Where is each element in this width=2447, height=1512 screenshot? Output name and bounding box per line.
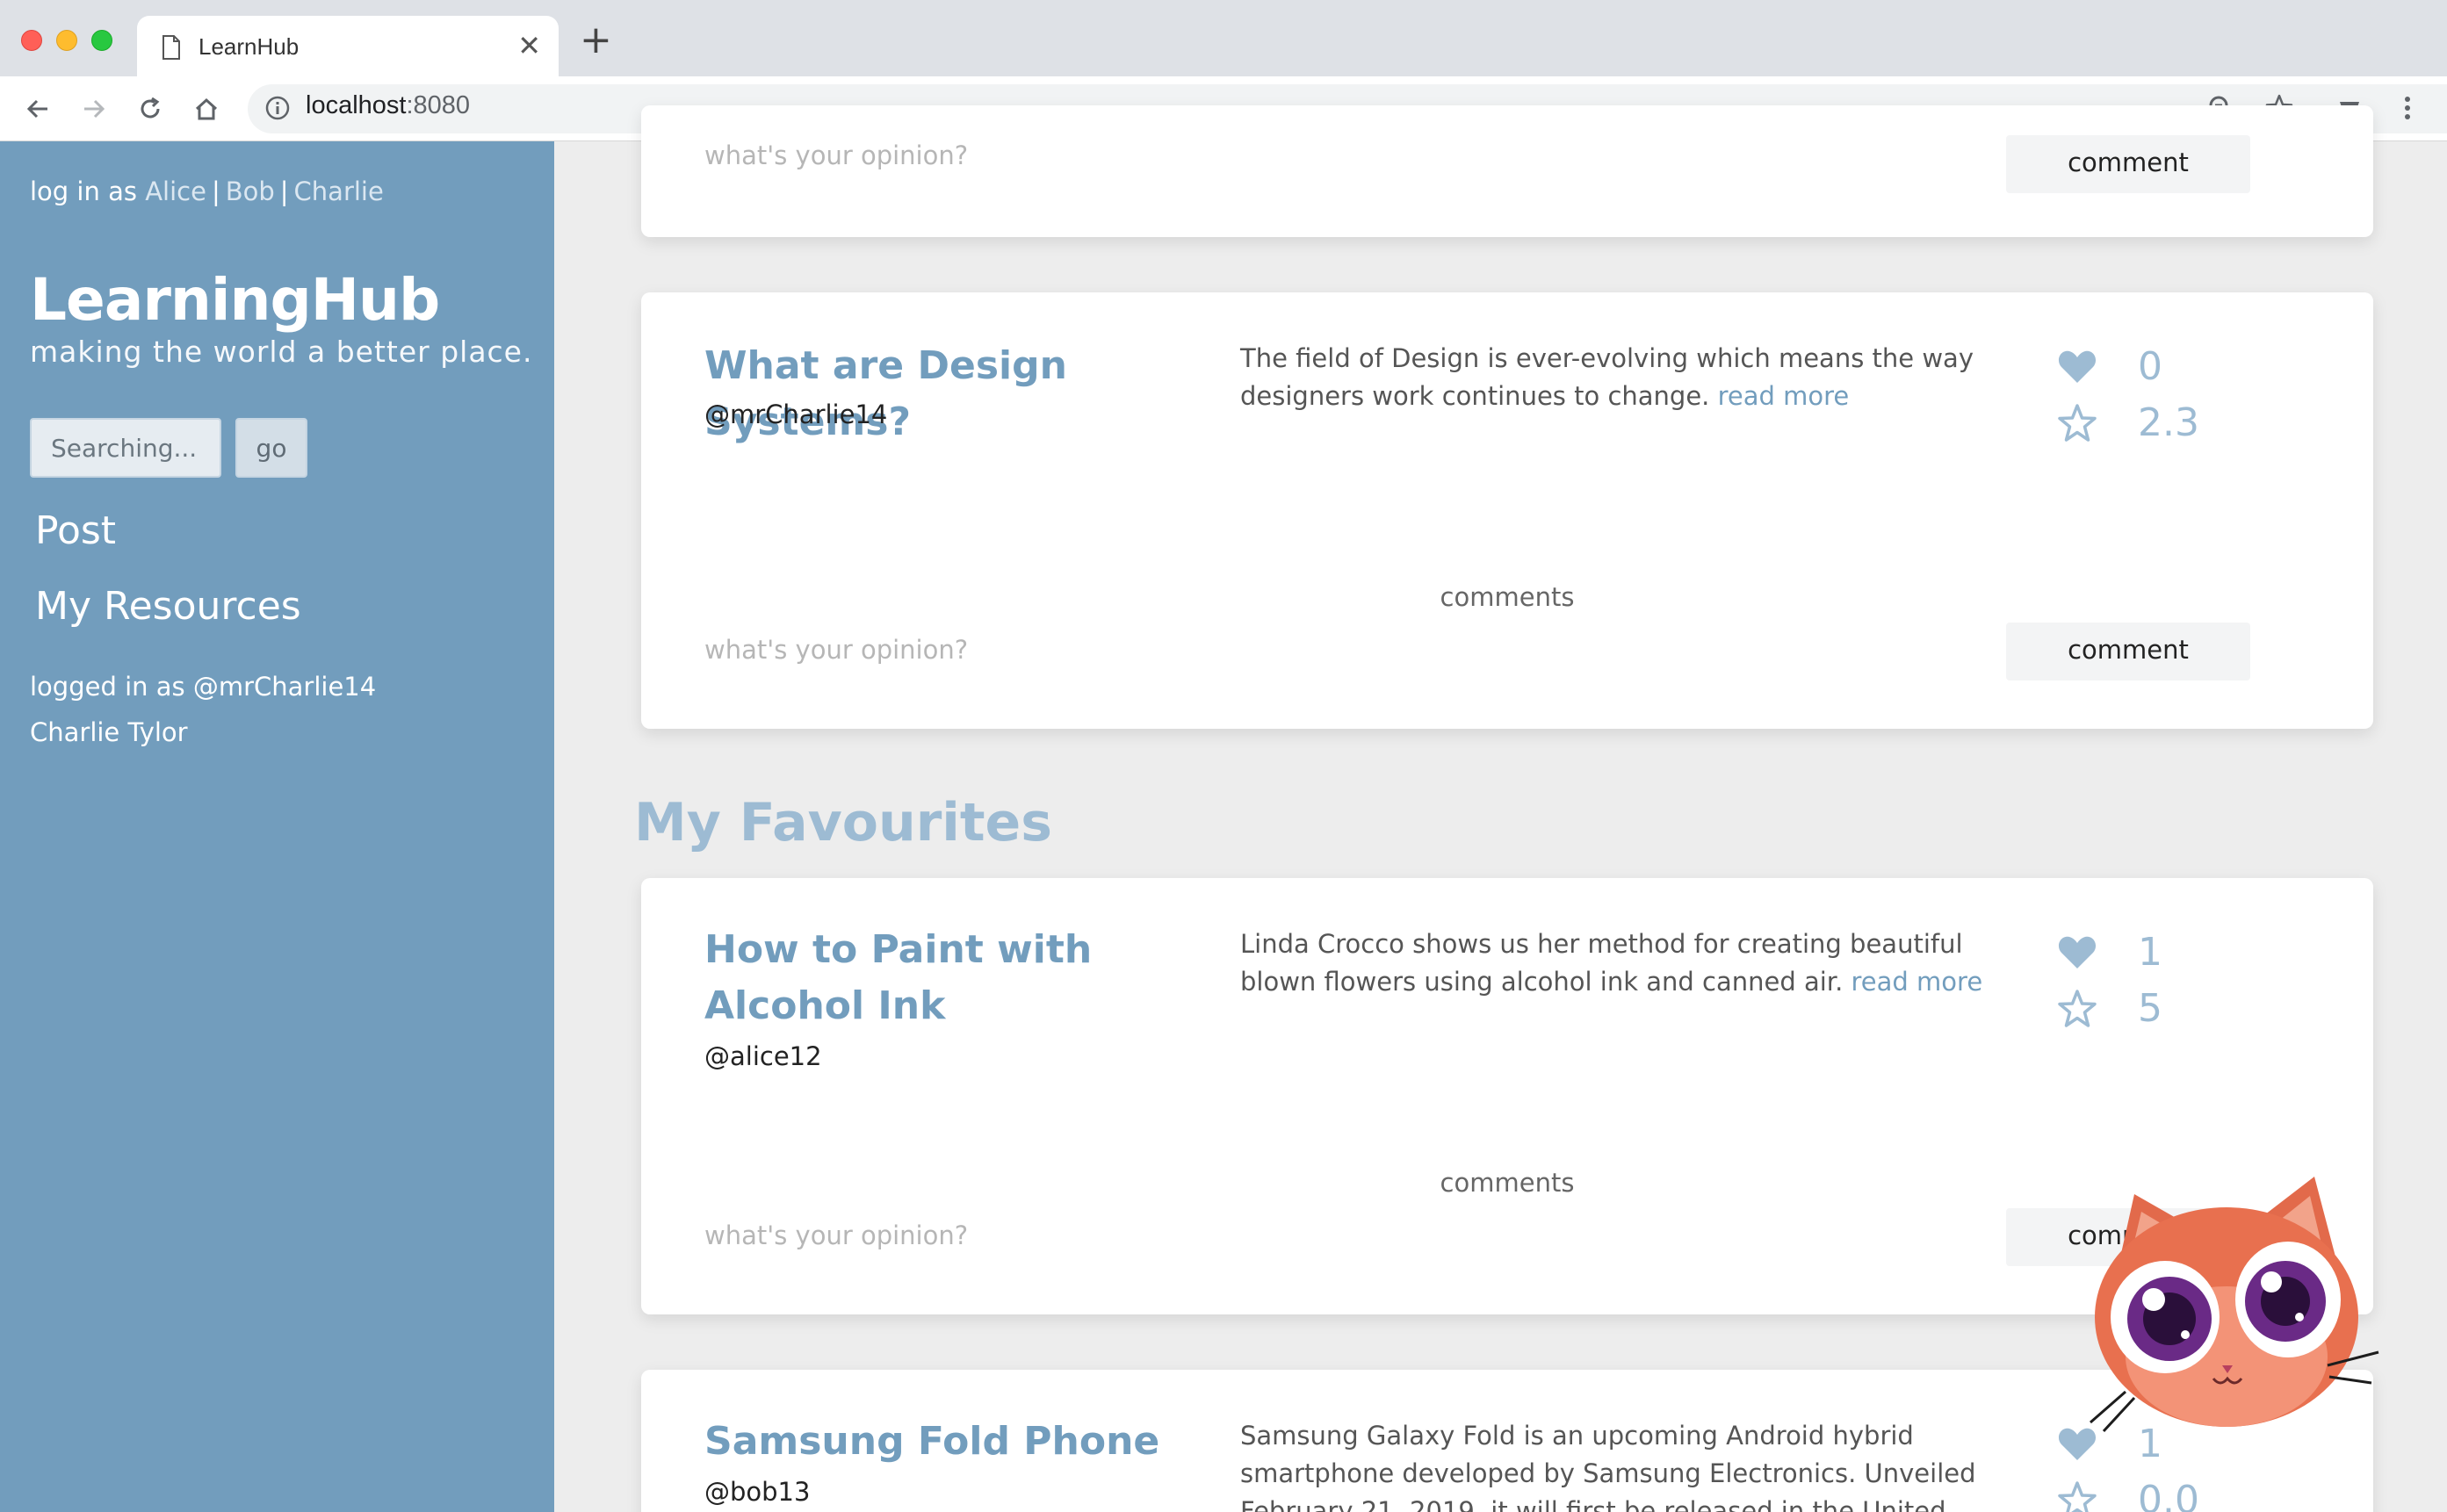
read-more-link[interactable]: read more — [1718, 381, 1850, 411]
card-title[interactable]: What are Design Systems? — [704, 338, 1214, 450]
url-host: localhost — [306, 91, 407, 119]
browser-tab[interactable]: LearnHub ✕ — [137, 16, 559, 76]
resource-card-design-systems: What are Design Systems? @mrCharlie14 Th… — [641, 292, 2373, 729]
opinion-input[interactable]: what's your opinion? — [704, 140, 968, 170]
card-title[interactable]: How to Paint with Alcohol Ink — [704, 922, 1214, 1034]
login-bob-link[interactable]: Bob — [226, 176, 275, 206]
cat-mascot-icon[interactable] — [2082, 1168, 2380, 1440]
card-description: Linda Crocco shows us her method for cre… — [1240, 925, 1996, 1001]
card-author[interactable]: @mrCharlie14 — [704, 400, 887, 429]
star-icon[interactable] — [2057, 989, 2097, 1029]
home-icon[interactable] — [190, 92, 223, 126]
kebab-menu-icon[interactable] — [2393, 93, 2422, 123]
tab-close-icon[interactable]: ✕ — [517, 30, 541, 61]
resource-card-top: what's your opinion? comment — [641, 105, 2373, 237]
new-tab-icon[interactable]: + — [580, 21, 612, 60]
window-minimize-dot[interactable] — [56, 30, 77, 51]
opinion-input[interactable]: what's your opinion? — [704, 635, 968, 665]
likes-count: 0 — [2138, 344, 2162, 389]
comment-button[interactable]: comment — [2006, 623, 2250, 680]
card-description: The field of Design is ever-evolving whi… — [1240, 340, 1996, 415]
page-icon — [162, 35, 180, 60]
likes-count: 1 — [2138, 930, 2162, 975]
separator: | — [211, 176, 220, 206]
opinion-input[interactable]: what's your opinion? — [704, 1220, 968, 1250]
tab-title: LearnHub — [199, 33, 300, 60]
url-port: :8080 — [406, 91, 471, 119]
forward-arrow-icon[interactable] — [77, 92, 111, 126]
logged-in-status: logged in as @mrCharlie14 — [30, 672, 377, 702]
sidebar: log in as Alice | Bob | Charlie LearningHub … — [0, 141, 554, 1512]
separator: | — [279, 176, 289, 206]
login-charlie-link[interactable]: Charlie — [294, 176, 384, 206]
search-go-button[interactable]: go — [235, 418, 307, 478]
user-full-name: Charlie Tylor — [30, 717, 188, 747]
comments-label: comments — [1440, 582, 1575, 612]
brand-tagline: making the world a better place. — [30, 335, 533, 369]
login-alice-link[interactable]: Alice — [145, 176, 206, 206]
card-description: Samsung Galaxy Fold is an upcoming Andro… — [1240, 1421, 1976, 1512]
card-title[interactable]: Samsung Fold Phone — [704, 1414, 1249, 1470]
star-icon[interactable] — [2057, 403, 2097, 443]
login-switcher: log in as Alice | Bob | Charlie — [30, 176, 384, 206]
back-arrow-icon[interactable] — [21, 92, 54, 126]
comment-button[interactable]: comment — [2006, 135, 2250, 193]
site-info-icon[interactable] — [263, 94, 292, 122]
window-close-dot[interactable] — [21, 30, 42, 51]
nav-post-link[interactable]: Post — [35, 508, 116, 553]
window-zoom-dot[interactable] — [91, 30, 112, 51]
card-author[interactable]: @alice12 — [704, 1041, 822, 1071]
search-input[interactable]: Searching... — [30, 418, 221, 478]
login-prefix: log in as — [30, 176, 137, 206]
reload-icon[interactable] — [134, 92, 167, 126]
rating-value: 5 — [2138, 986, 2162, 1031]
rating-value: 0.0 — [2138, 1478, 2199, 1512]
card-author[interactable]: @bob13 — [704, 1477, 810, 1507]
heart-icon[interactable] — [2057, 932, 2097, 973]
rating-value: 2.3 — [2138, 400, 2199, 445]
read-more-link[interactable]: read more — [1851, 967, 1983, 997]
description-text: The field of Design is ever-evolving whi… — [1240, 343, 1974, 411]
section-heading-favourites: My Favourites — [634, 792, 1052, 853]
nav-my-resources-link[interactable]: My Resources — [35, 584, 301, 629]
browser-tab-bar: LearnHub ✕ + — [0, 0, 2447, 76]
address-url[interactable]: localhost:8080 — [306, 91, 470, 120]
brand-logo[interactable]: LearningHub — [30, 266, 440, 334]
heart-icon[interactable] — [2057, 347, 2097, 387]
star-icon[interactable] — [2057, 1480, 2097, 1512]
